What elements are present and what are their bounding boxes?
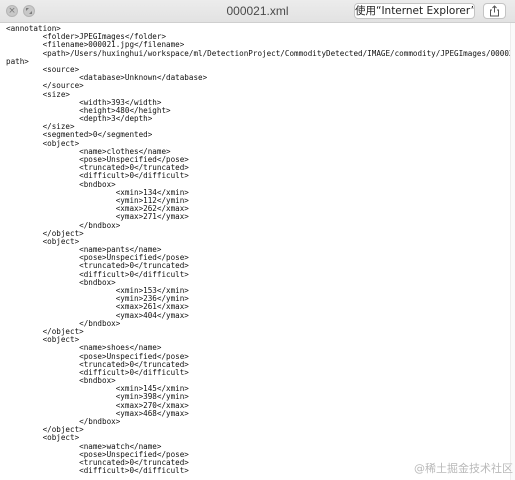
- share-icon: [490, 5, 499, 17]
- open-with-internet-explorer-button[interactable]: 使用“Internet Explorer”打开: [354, 3, 475, 19]
- xml-line: path>: [6, 56, 29, 66]
- xml-line: </object>: [6, 228, 84, 238]
- xml-line: <depth>3</depth>: [6, 114, 153, 124]
- close-icon: ×: [8, 6, 16, 16]
- title-bar[interactable]: × 000021.xml 使用“Internet Explorer”打开: [0, 0, 515, 23]
- xml-line: <path>/Users/huxinghui/workspace/ml/Dete…: [6, 48, 512, 58]
- xml-line: </source>: [6, 81, 84, 91]
- xml-document-view[interactable]: <annotation> <folder>JPEGImages</folder>…: [0, 23, 512, 480]
- vertical-scrollbar[interactable]: [510, 23, 515, 480]
- xml-line: </object>: [6, 425, 84, 435]
- watermark: @稀土掘金技术社区: [414, 462, 513, 475]
- xml-line: <segmented>0</segmented>: [6, 130, 153, 140]
- expand-icon: [26, 8, 32, 14]
- full-screen-button[interactable]: [23, 5, 35, 17]
- xml-line: </object>: [6, 326, 84, 336]
- quicklook-window: × 000021.xml 使用“Internet Explorer”打开 <an…: [0, 0, 515, 480]
- xml-text: <annotation> <folder>JPEGImages</folder>…: [0, 23, 512, 475]
- share-button[interactable]: [483, 3, 506, 19]
- close-button[interactable]: ×: [6, 5, 18, 17]
- window-title: 000021.xml: [226, 4, 289, 18]
